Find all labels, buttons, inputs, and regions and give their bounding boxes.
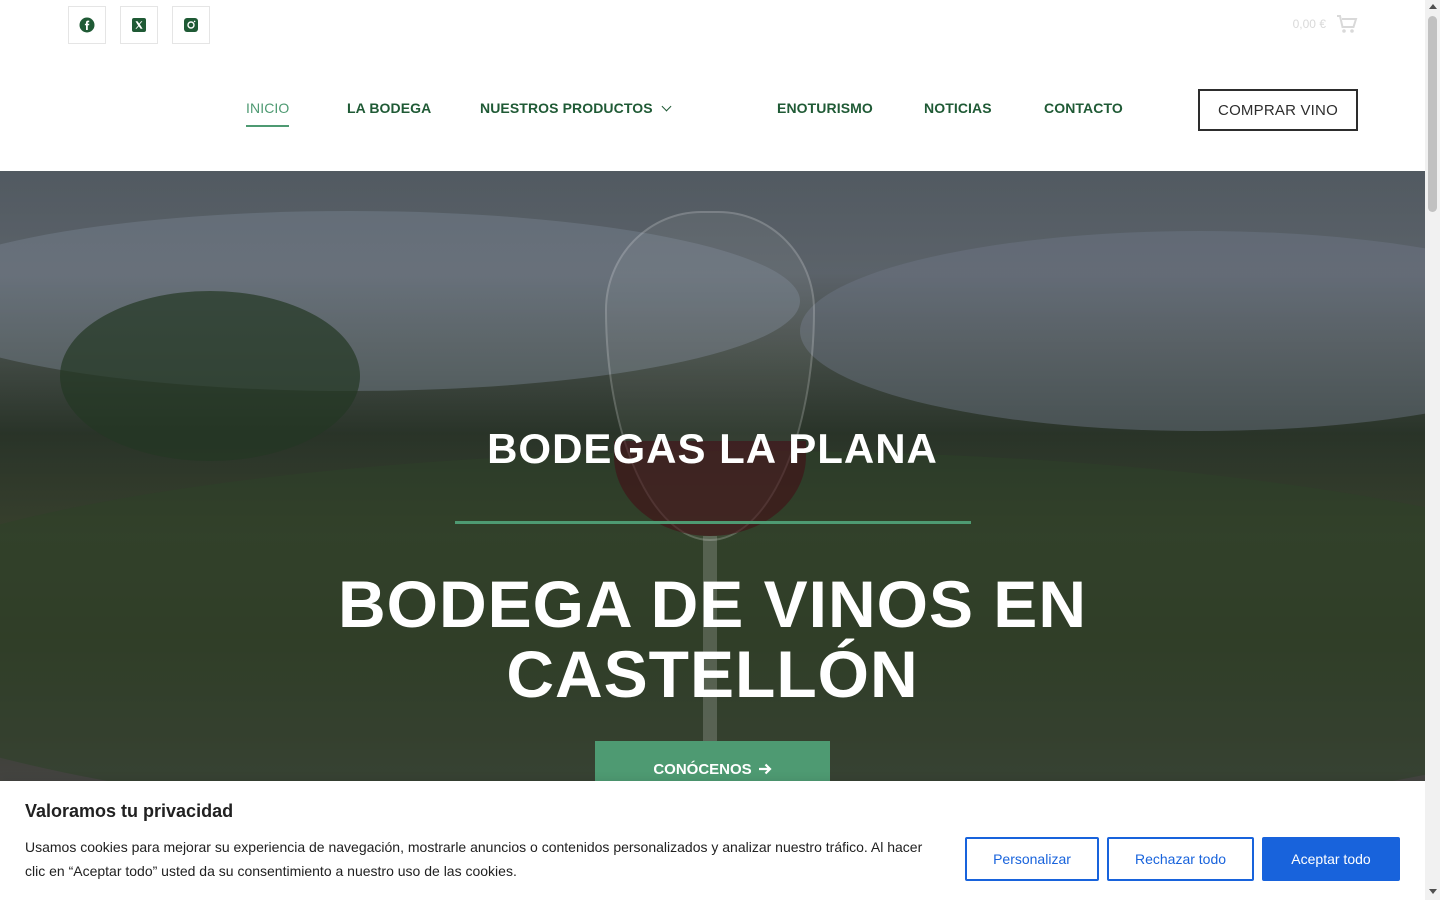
hero-divider: [455, 521, 971, 524]
cart-total: 0,00 €: [1292, 17, 1326, 31]
nav-item-enoturismo[interactable]: ENOTURISMO: [777, 100, 873, 116]
hero-subtitle: BODEGAS LA PLANA: [487, 425, 938, 472]
scroll-down-icon[interactable]: [1429, 889, 1437, 894]
hero-title-line2: CASTELLÓN: [506, 637, 919, 711]
x-twitter-icon: [132, 18, 146, 32]
conocenos-label: CONÓCENOS: [653, 760, 752, 778]
arrow-right-icon: [758, 763, 772, 775]
nav-item-nuestros-productos-label: NUESTROS PRODUCTOS: [480, 100, 653, 116]
chevron-down-icon: [661, 101, 672, 112]
nav-item-nuestros-productos[interactable]: NUESTROS PRODUCTOS: [480, 100, 672, 116]
scrollbar-thumb[interactable]: [1428, 16, 1437, 212]
buy-wine-button[interactable]: COMPRAR VINO: [1198, 89, 1358, 131]
nav-item-la-bodega[interactable]: LA BODEGA: [347, 100, 431, 116]
page-scrollbar[interactable]: [1425, 0, 1440, 900]
x-twitter-link[interactable]: [120, 6, 158, 44]
nav-item-noticias[interactable]: NOTICIAS: [924, 100, 992, 116]
hero-title: BODEGA DE VINOS EN CASTELLÓN: [0, 569, 1425, 709]
cookie-customize-button[interactable]: Personalizar: [965, 837, 1099, 881]
cookie-title: Valoramos tu privacidad: [25, 801, 234, 821]
page: 0,00 € INICIO LA BODEGA NUESTROS PRODUCT…: [0, 0, 1440, 900]
facebook-link[interactable]: [68, 6, 106, 44]
cookie-text: Usamos cookies para mejorar su experienc…: [25, 839, 923, 879]
instagram-icon: [184, 18, 198, 32]
site-header: 0,00 € INICIO LA BODEGA NUESTROS PRODUCT…: [0, 0, 1425, 171]
cart-icon: [1337, 15, 1358, 33]
nav-item-inicio[interactable]: INICIO: [246, 100, 290, 127]
facebook-icon: [79, 17, 95, 33]
cookie-banner: Valoramos tu privacidad Usamos cookies p…: [0, 781, 1425, 900]
nav-item-contacto[interactable]: CONTACTO: [1044, 100, 1123, 116]
hero-title-line1: BODEGA DE VINOS EN: [338, 567, 1087, 641]
instagram-link[interactable]: [172, 6, 210, 44]
cart[interactable]: 0,00 €: [1293, 14, 1358, 34]
hero-bg-mountains-right: [800, 231, 1425, 431]
scroll-up-icon[interactable]: [1429, 4, 1437, 9]
cookie-reject-button[interactable]: Rechazar todo: [1107, 837, 1254, 881]
cookie-accept-button[interactable]: Aceptar todo: [1262, 837, 1400, 881]
social-links: [68, 6, 210, 44]
